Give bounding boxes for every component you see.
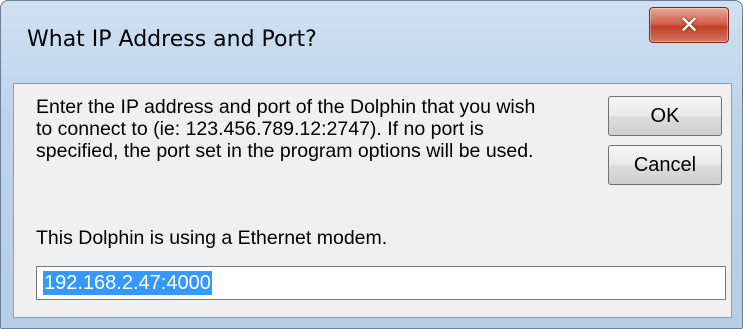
close-icon: ✕ (678, 11, 700, 39)
title-bar[interactable]: What IP Address and Port? ✕ (1, 1, 742, 85)
instruction-text: Enter the IP address and port of the Dol… (36, 96, 536, 162)
ok-button[interactable]: OK (608, 96, 722, 136)
dialog-window: What IP Address and Port? ✕ Enter the IP… (0, 0, 743, 329)
window-title: What IP Address and Port? (27, 27, 317, 52)
modem-status-text: This Dolphin is using a Ethernet modem. (36, 227, 388, 249)
ip-address-value: 192.168.2.47:4000 (43, 271, 212, 295)
dialog-body: Enter the IP address and port of the Dol… (13, 83, 732, 318)
ip-address-input[interactable]: 192.168.2.47:4000 (36, 266, 726, 300)
cancel-button[interactable]: Cancel (608, 145, 722, 185)
close-button[interactable]: ✕ (649, 7, 729, 43)
